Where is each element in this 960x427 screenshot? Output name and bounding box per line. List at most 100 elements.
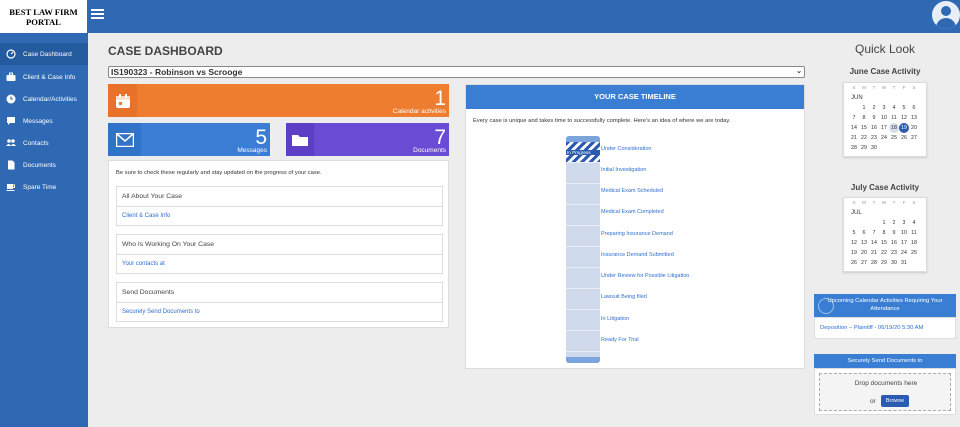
sidebar-item-messages[interactable]: Messages [0,110,88,132]
upcoming-activity-item[interactable]: Deposition – Plaintiff - 06/19/20 5:30 A… [820,325,923,331]
case-select[interactable]: IS190323 - Robinson vs Scrooge ⌄ [108,66,805,78]
calendar-week: 1234 [849,218,926,228]
timeline-stage[interactable]: Medical Exam Scheduled [601,188,663,194]
timeline-segment [566,226,600,247]
calendar-day[interactable]: 6 [909,103,919,113]
calendar-day[interactable]: 27 [909,133,919,143]
calendar-day[interactable]: 17 [899,238,909,248]
calendar-day[interactable]: 4 [889,103,899,113]
menu-toggle-icon[interactable] [91,9,104,19]
weekday-header: S M TWT F S [849,198,926,208]
calendar-day[interactable]: 13 [859,238,869,248]
upcoming-activities-header: Upcoming Calendar Activities Requiring Y… [814,294,956,317]
send-documents-link[interactable]: Securely Send Documents to [117,303,442,315]
timeline-stage[interactable]: Initial Investigation [601,167,646,173]
calendar-day[interactable]: 16 [889,238,899,248]
calendar-day[interactable]: 27 [859,258,869,268]
calendar-day[interactable]: 13 [909,113,919,123]
calendar-day[interactable]: 23 [889,248,899,258]
calendar-day[interactable]: 14 [849,123,859,133]
documents-tile[interactable]: 7 Documents [286,123,449,156]
calendar-day[interactable]: 1 [859,103,869,113]
calendar-day[interactable]: 29 [859,143,869,153]
sidebar-item-documents[interactable]: Documents [0,154,88,176]
calendar-day[interactable]: 14 [869,238,879,248]
calendar-count: 1 [434,87,446,110]
calendar-day[interactable]: 25 [889,133,899,143]
calendar-day[interactable]: 21 [849,133,859,143]
calendar-day[interactable]: 30 [869,143,879,153]
calendar-day[interactable]: 31 [899,258,909,268]
calendar-day[interactable]: 9 [889,228,899,238]
folder-icon [286,123,314,156]
calendar-day[interactable]: 11 [889,113,899,123]
calendar-day[interactable]: 24 [899,248,909,258]
calendar-day[interactable]: 5 [899,103,909,113]
calendar-day[interactable]: 20 [859,248,869,258]
user-avatar[interactable] [932,1,960,29]
calendar-day[interactable]: 1 [879,218,889,228]
calendar-day[interactable]: 3 [899,218,909,228]
calendar-day[interactable]: 22 [859,133,869,143]
timeline-stage[interactable]: Lawsuit Being filed [601,294,647,300]
calendar-day[interactable]: 19 [899,123,909,133]
calendar-day[interactable]: 12 [899,113,909,123]
calendar-day[interactable]: 18 [909,238,919,248]
timeline-stage[interactable]: Under Review for Possible Litigation [601,273,689,279]
calendar-empty-cell [899,143,909,153]
calendar-day[interactable]: 2 [889,218,899,228]
calendar-day[interactable]: 11 [909,228,919,238]
calendar-day[interactable]: 15 [859,123,869,133]
calendar-day[interactable]: 10 [899,228,909,238]
timeline-stage[interactable]: Under Consideration [601,146,651,152]
contacts-link[interactable]: Your contacts at [117,255,442,267]
calendar-day[interactable]: 2 [869,103,879,113]
client-case-info-link[interactable]: Client & Case Info [117,207,442,219]
calendar-day[interactable]: 25 [909,248,919,258]
calendar-day[interactable]: 19 [849,248,859,258]
calendar-day[interactable]: 12 [849,238,859,248]
calendar-day[interactable]: 5 [849,228,859,238]
sidebar-item-client-case-info[interactable]: Client & Case Info [0,66,88,88]
calendar-week: 26 27 28 29 30 31 [849,258,926,268]
calendar-day[interactable]: 6 [859,228,869,238]
timeline-stage[interactable]: Medical Exam Completed [601,209,664,215]
calendar-day[interactable]: 7 [849,113,859,123]
calendar-day[interactable]: 10 [879,113,889,123]
calendar-day[interactable]: 26 [849,258,859,268]
browse-button[interactable]: Browse [881,395,909,407]
calendar-day[interactable]: 23 [869,133,879,143]
calendar-day[interactable]: 15 [879,238,889,248]
timeline-stage[interactable]: Insurance Demand Submitted [601,252,674,258]
document-drop-zone[interactable]: Drop documents here or Browse [819,373,951,411]
timeline-stage[interactable]: In Litigation [601,316,629,322]
brand-logo[interactable]: BEST LAW FIRM PORTAL [0,0,87,33]
calendar-day[interactable]: 28 [849,143,859,153]
calendar-day[interactable]: 26 [899,133,909,143]
calendar-day[interactable]: 21 [869,248,879,258]
timeline-stage[interactable]: Ready For Trial [601,337,639,343]
calendar-activities-tile[interactable]: 1 Calendar activities [108,84,449,117]
calendar-day[interactable]: 24 [879,133,889,143]
calendar-day[interactable]: 20 [909,123,919,133]
calendar-day[interactable]: 3 [879,103,889,113]
calendar-day[interactable]: 29 [879,258,889,268]
calendar-day[interactable]: 28 [869,258,879,268]
timeline-stage[interactable]: Preparing Insurance Demand [601,231,673,237]
sidebar-item-spare-time[interactable]: Spare Time [0,176,88,198]
messages-tile[interactable]: 5 Messages [108,123,270,156]
sidebar-item-case-dashboard[interactable]: Case Dashboard [0,43,88,65]
calendar-day[interactable]: 8 [879,228,889,238]
sidebar-item-contacts[interactable]: Contacts [0,132,88,154]
calendar-day[interactable]: 16 [869,123,879,133]
calendar-day[interactable]: 18 [889,123,899,133]
calendar-day[interactable]: 17 [879,123,889,133]
calendar-day[interactable]: 8 [859,113,869,123]
calendar-day[interactable]: 9 [869,113,879,123]
calendar-day[interactable]: 22 [879,248,889,258]
sidebar-item-calendar-activities[interactable]: Calendar/Activities [0,88,88,110]
calendar-day[interactable]: 4 [909,218,919,228]
calendar-day[interactable]: 7 [869,228,879,238]
calendar-day[interactable]: 30 [889,258,899,268]
timeline-segment [566,268,600,289]
